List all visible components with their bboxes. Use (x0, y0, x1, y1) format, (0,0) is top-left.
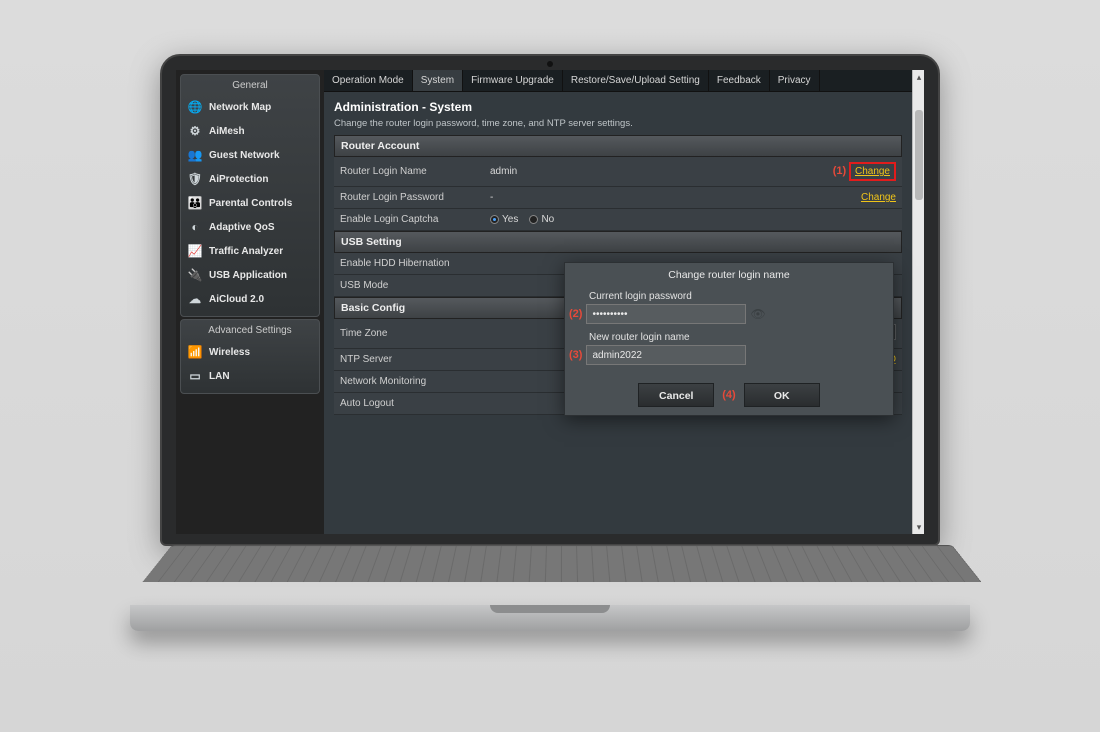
change-login-name-link[interactable]: Change (849, 162, 896, 181)
scrollbar[interactable]: ▴ ▾ (912, 70, 924, 534)
eye-off-icon[interactable]: 👁 (750, 307, 766, 321)
section-router-account: Router Account (334, 135, 902, 157)
auto-logout-label: Auto Logout (334, 393, 484, 415)
captcha-label: Enable Login Captcha (334, 209, 484, 231)
sidebar-item-aimesh[interactable]: ⚙ AiMesh (181, 119, 319, 143)
captcha-no-radio[interactable] (529, 215, 538, 224)
sidebar-advanced-title: Advanced Settings (181, 323, 319, 340)
sidebar-item-label: AiMesh (209, 126, 245, 137)
tab-firmware-upgrade[interactable]: Firmware Upgrade (463, 70, 563, 91)
sidebar-item-label: Wireless (209, 347, 250, 358)
wifi-icon: 📶 (187, 344, 203, 360)
scroll-up-arrow[interactable]: ▴ (915, 72, 923, 82)
sidebar-item-aicloud[interactable]: ☁ AiCloud 2.0 (181, 287, 319, 311)
main-panel: Operation Mode System Firmware Upgrade R… (324, 70, 912, 534)
login-name-label: Router Login Name (334, 157, 484, 187)
guests-icon: 👥 (187, 147, 203, 163)
sidebar-item-lan[interactable]: ▭ LAN (181, 364, 319, 388)
tab-bar: Operation Mode System Firmware Upgrade R… (324, 70, 912, 92)
tab-feedback[interactable]: Feedback (709, 70, 770, 91)
dialog-title: Change router login name (565, 263, 893, 287)
hdd-hibernation-label: Enable HDD Hibernation (334, 253, 484, 275)
sidebar-item-label: Network Map (209, 102, 271, 113)
timezone-label: Time Zone (334, 319, 484, 349)
chart-icon: 📈 (187, 243, 203, 259)
annotation-3: (3) (569, 349, 582, 361)
sidebar-item-label: AiCloud 2.0 (209, 294, 264, 305)
usb-mode-label: USB Mode (334, 275, 484, 297)
sidebar-advanced: Advanced Settings 📶 Wireless ▭ LAN (180, 319, 320, 394)
captcha-no-label: No (541, 214, 554, 225)
section-usb-setting: USB Setting (334, 231, 902, 253)
shield-icon: 🛡 (187, 171, 203, 187)
captcha-yes-label: Yes (502, 214, 518, 225)
gauge-icon: ◐ (187, 219, 203, 235)
family-icon: 👪 (187, 195, 203, 211)
login-password-value: - (484, 187, 772, 209)
sidebar-item-label: Adaptive QoS (209, 222, 275, 233)
new-login-name-label: New router login name (565, 328, 893, 345)
sidebar-item-usb-application[interactable]: 🔌 USB Application (181, 263, 319, 287)
sidebar: General 🌐 Network Map ⚙ AiMesh 👥 Guest Netw… (176, 70, 324, 534)
current-password-label: Current login password (565, 287, 893, 304)
ntp-server-label: NTP Server (334, 349, 484, 371)
sidebar-general: General 🌐 Network Map ⚙ AiMesh 👥 Guest Netw… (180, 74, 320, 317)
sidebar-item-label: Guest Network (209, 150, 280, 161)
sidebar-item-parental-controls[interactable]: 👪 Parental Controls (181, 191, 319, 215)
tab-system[interactable]: System (413, 70, 463, 91)
sidebar-general-title: General (181, 78, 319, 95)
annotation-4: (4) (722, 389, 735, 401)
cancel-button[interactable]: Cancel (638, 383, 714, 407)
tab-restore-save-upload[interactable]: Restore/Save/Upload Setting (563, 70, 709, 91)
sidebar-item-label: Traffic Analyzer (209, 246, 283, 257)
sidebar-item-guest-network[interactable]: 👥 Guest Network (181, 143, 319, 167)
annotation-1: (1) (833, 165, 846, 177)
page-description: Change the router login password, time z… (334, 118, 902, 129)
login-name-value: admin (484, 157, 772, 187)
login-password-label: Router Login Password (334, 187, 484, 209)
network-monitoring-label: Network Monitoring (334, 371, 484, 393)
lan-icon: ▭ (187, 368, 203, 384)
captcha-yes-radio[interactable] (490, 215, 499, 224)
annotation-2: (2) (569, 308, 582, 320)
sidebar-item-network-map[interactable]: 🌐 Network Map (181, 95, 319, 119)
scroll-down-arrow[interactable]: ▾ (915, 522, 923, 532)
sidebar-item-wireless[interactable]: 📶 Wireless (181, 340, 319, 364)
scroll-thumb[interactable] (915, 110, 923, 200)
cloud-icon: ☁ (187, 291, 203, 307)
current-password-input[interactable] (586, 304, 746, 324)
sidebar-item-label: Parental Controls (209, 198, 292, 209)
tab-operation-mode[interactable]: Operation Mode (324, 70, 413, 91)
sidebar-item-label: LAN (209, 371, 230, 382)
page-title: Administration - System (334, 100, 902, 114)
sidebar-item-label: AiProtection (209, 174, 268, 185)
sidebar-item-traffic-analyzer[interactable]: 📈 Traffic Analyzer (181, 239, 319, 263)
change-login-password-link[interactable]: Change (861, 192, 896, 203)
sidebar-item-label: USB Application (209, 270, 287, 281)
mesh-icon: ⚙ (187, 123, 203, 139)
ok-button[interactable]: OK (744, 383, 820, 407)
tab-privacy[interactable]: Privacy (770, 70, 820, 91)
globe-icon: 🌐 (187, 99, 203, 115)
usb-icon: 🔌 (187, 267, 203, 283)
change-login-name-dialog: Change router login name Current login p… (564, 262, 894, 416)
new-login-name-input[interactable] (586, 345, 746, 365)
sidebar-item-aiprotection[interactable]: 🛡 AiProtection (181, 167, 319, 191)
sidebar-item-adaptive-qos[interactable]: ◐ Adaptive QoS (181, 215, 319, 239)
